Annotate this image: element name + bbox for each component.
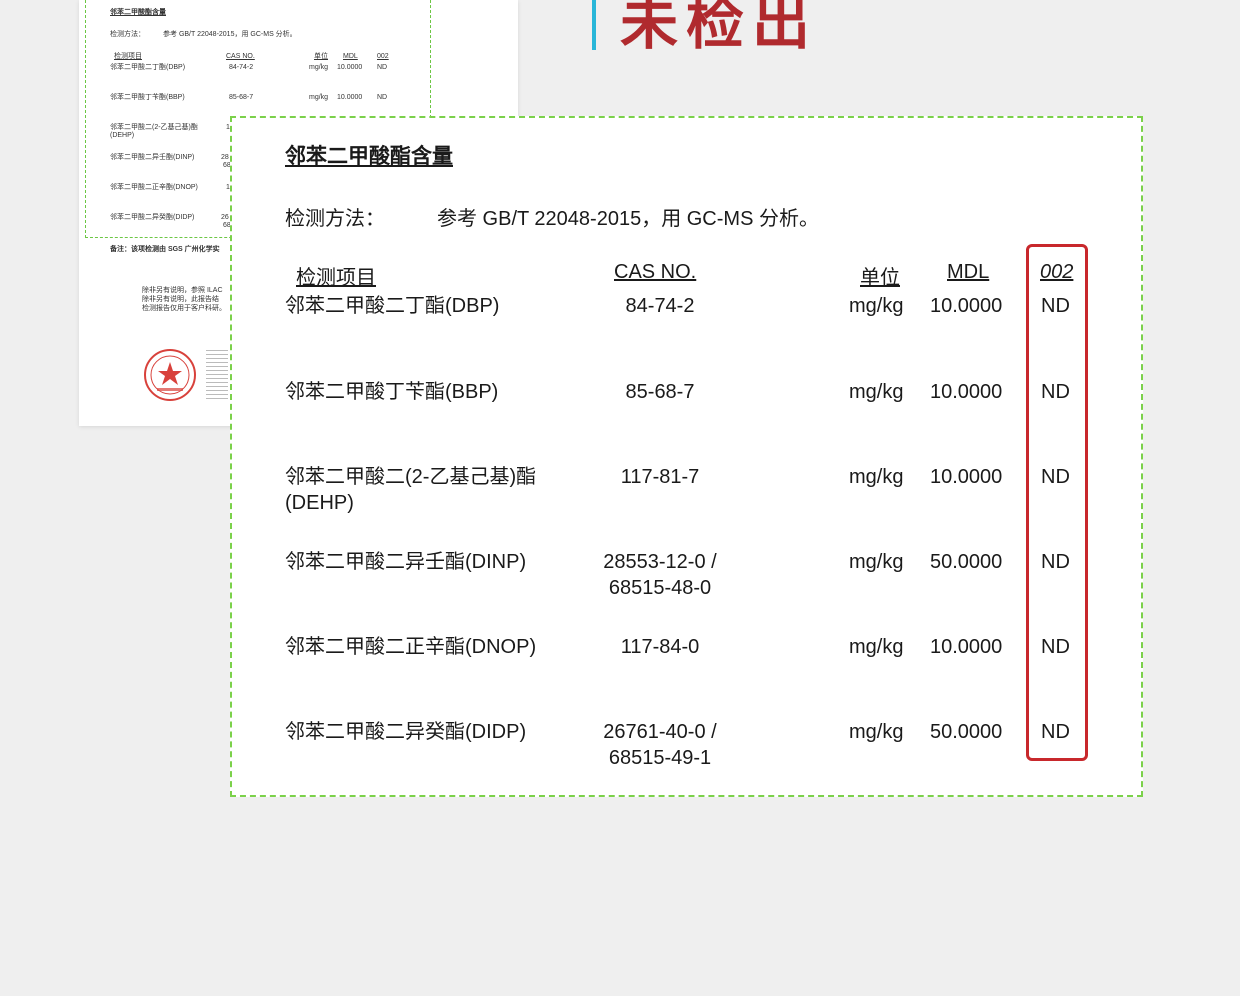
bg-row-unit: mg/kg	[309, 94, 329, 101]
row-cas: 85-68-7	[625, 381, 695, 403]
row-cas: 117-84-0	[620, 636, 700, 658]
bg-note: 备注：该项检测由 SGS 广州化学实	[110, 246, 220, 253]
row-mdl: 10.0000	[930, 381, 1003, 403]
bg-method-value: 参考 GB/T 22048-2015，用 GC-MS 分析。	[163, 31, 297, 38]
row-name: 邻苯二甲酸二正辛酯(DNOP)	[285, 636, 537, 658]
method-label: 检测方法：	[285, 208, 385, 230]
bg-footer-line: 除非另有说明，此报告结	[142, 296, 219, 303]
row-unit: mg/kg	[849, 381, 904, 403]
row-mdl: 10.0000	[930, 636, 1003, 658]
row-name: 邻苯二甲酸二丁酯(DBP)	[285, 295, 500, 317]
row-mdl: 50.0000	[930, 551, 1003, 573]
bg-row-result: ND	[377, 94, 388, 101]
bg-row-name: 邻苯二甲酸丁苄酯(BBP)	[110, 94, 185, 101]
row-name: 邻苯二甲酸二异癸酯(DIDP)	[285, 721, 527, 743]
row-unit: mg/kg	[849, 295, 904, 317]
row-cas: 117-81-7	[620, 466, 700, 488]
bg-header-item: 检测项目	[114, 53, 142, 60]
row-unit: mg/kg	[849, 636, 904, 658]
row-name: 邻苯二甲酸丁苄酯(BBP)	[285, 381, 499, 403]
row-unit: mg/kg	[849, 466, 904, 488]
zoomed-report-card: 邻苯二甲酸酯含量 检测方法： 参考 GB/T 22048-2015，用 GC-M…	[230, 116, 1143, 797]
bg-header-unit: 单位	[314, 53, 328, 60]
row-unit: mg/kg	[849, 551, 904, 573]
row-mdl: 10.0000	[930, 466, 1003, 488]
header-mdl: MDL	[947, 261, 990, 283]
bg-row-name: 邻苯二甲酸二异壬酯(DINP)	[110, 154, 195, 161]
row-cas-line2: 68515-49-1	[608, 747, 712, 769]
method-value: 参考 GB/T 22048-2015，用 GC-MS 分析。	[437, 208, 819, 230]
bg-row-cas: 84-74-2	[229, 64, 254, 71]
bg-row-name-line2: (DEHP)	[110, 132, 135, 139]
row-cas: 84-74-2	[625, 295, 695, 317]
bg-row-cas: 85-68-7	[229, 94, 254, 101]
accent-bar	[592, 0, 596, 50]
bg-header-cas: CAS NO.	[226, 53, 255, 60]
row-mdl: 10.0000	[930, 295, 1003, 317]
inspection-stamp-icon	[144, 349, 196, 401]
bg-row-name: 邻苯二甲酸二异癸酯(DIDP)	[110, 214, 195, 221]
row-mdl: 50.0000	[930, 721, 1003, 743]
bg-row-mdl: 10.0000	[337, 64, 363, 71]
row-name: 邻苯二甲酸二(2-乙基己基)酯	[285, 466, 537, 488]
bg-row-name: 邻苯二甲酸二正辛酯(DNOP)	[110, 184, 198, 191]
row-cas-line2: 68515-48-0	[608, 577, 712, 599]
result-column-highlight	[1026, 244, 1088, 761]
header-cas: CAS NO.	[614, 261, 697, 283]
row-unit: mg/kg	[849, 721, 904, 743]
bg-row-name: 邻苯二甲酸二丁酯(DBP)	[110, 64, 186, 71]
header-unit: 单位	[860, 267, 900, 289]
headline: 未检出	[620, 0, 819, 57]
bg-footer-line: 检测报告仅用于客户科研。	[142, 305, 226, 312]
bg-row-mdl: 10.0000	[337, 94, 363, 101]
row-cas: 26761-40-0 /	[603, 721, 717, 743]
bg-header-sample: 002	[377, 53, 389, 60]
row-name-line2: (DEHP)	[285, 492, 354, 514]
bg-row-result: ND	[377, 64, 388, 71]
bg-method-label: 检测方法：	[110, 31, 145, 38]
row-name: 邻苯二甲酸二异壬酯(DINP)	[285, 551, 527, 573]
stamp-caption-lines	[206, 350, 228, 400]
card-title: 邻苯二甲酸酯含量	[285, 143, 453, 168]
bg-footer-line: 除非另有说明，参照 ILAC	[142, 287, 223, 294]
bg-header-mdl: MDL	[343, 53, 358, 60]
bg-title: 邻苯二甲酸酯含量	[110, 9, 166, 16]
bg-row-unit: mg/kg	[309, 64, 329, 71]
row-cas: 28553-12-0 /	[603, 551, 717, 573]
header-item: 检测项目	[296, 267, 376, 289]
